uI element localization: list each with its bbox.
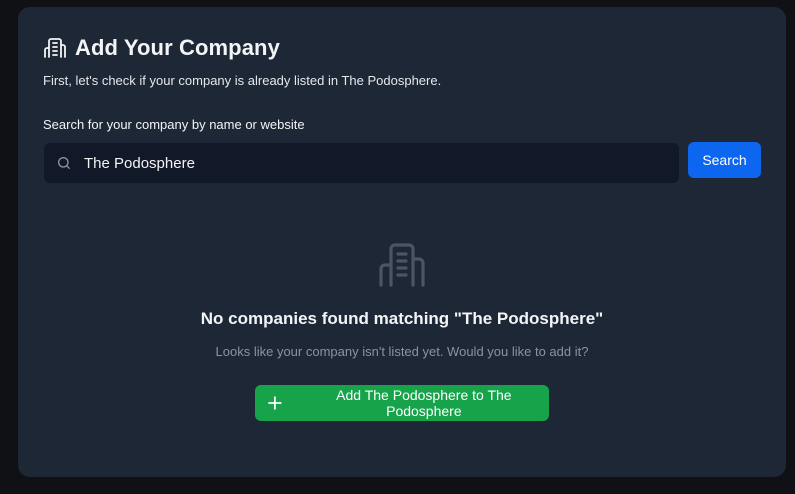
card-header: Add Your Company: [43, 35, 280, 61]
add-company-button-label: Add The Podosphere to The Podosphere: [336, 387, 512, 419]
add-company-card: Add Your Company First, let's check if y…: [18, 7, 786, 477]
plus-icon: [268, 396, 282, 410]
search-button[interactable]: Search: [688, 142, 761, 178]
empty-state-title: No companies found matching "The Podosph…: [200, 309, 604, 328]
search-label: Search for your company by name or websi…: [43, 117, 305, 132]
add-company-button[interactable]: Add The Podosphere to The Podosphere: [255, 385, 549, 421]
search-field[interactable]: [44, 143, 679, 183]
building-icon: [44, 38, 66, 58]
building-icon: [379, 243, 425, 287]
search-input[interactable]: [84, 143, 679, 183]
empty-state-message: Looks like your company isn't listed yet…: [215, 344, 589, 359]
page-subtitle: First, let's check if your company is al…: [43, 73, 442, 88]
search-icon: [58, 157, 70, 169]
page-title: Add Your Company: [75, 35, 280, 60]
